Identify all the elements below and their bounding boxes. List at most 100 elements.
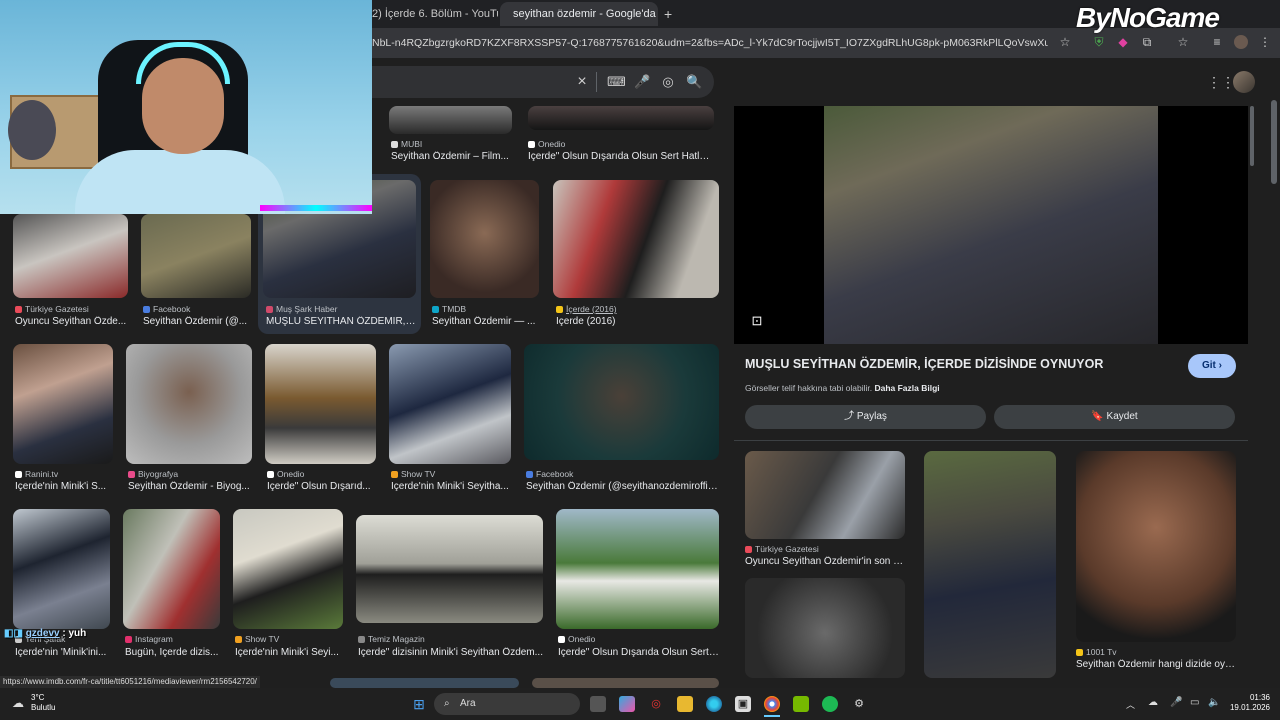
mic-icon[interactable]: 🎤 xyxy=(1170,697,1182,708)
edge-icon[interactable] xyxy=(706,696,722,712)
result-source[interactable]: Onedio xyxy=(267,469,377,479)
network-icon[interactable]: ▭ xyxy=(1190,697,1199,708)
result-source[interactable]: Ranini.tv xyxy=(15,469,115,479)
result-title[interactable]: Seyithan Özdemir hangi dizide oyn... xyxy=(1076,659,1236,670)
keyboard-icon[interactable]: ⌨ xyxy=(607,74,626,90)
result-title[interactable]: Bugün, İçerde dizis... xyxy=(125,647,222,658)
copilot-icon[interactable] xyxy=(619,696,635,712)
result-source[interactable]: Biyografya xyxy=(128,469,252,479)
task-view-icon[interactable] xyxy=(590,696,606,712)
tab-youtube[interactable]: 2) İçerde 6. Bölüm - YouTube ✕ xyxy=(364,2,498,26)
result-thumbnail[interactable] xyxy=(430,180,539,298)
result-title[interactable]: MUŞLU SEYİTHAN ÖZDEMİR, ... xyxy=(266,316,416,327)
gear-icon[interactable]: ⚙ xyxy=(851,696,867,712)
mic-icon[interactable]: 🎤 xyxy=(634,74,650,90)
result-thumbnail[interactable] xyxy=(126,344,252,464)
windows-start-icon[interactable]: ⊞ xyxy=(411,696,427,712)
result-source[interactable]: Türkiye Gazetesi xyxy=(745,544,905,554)
result-thumbnail[interactable] xyxy=(356,515,543,623)
result-title[interactable]: Seyithan Özdemir - Biyog... xyxy=(128,481,252,492)
result-source[interactable]: Facebook xyxy=(526,469,719,479)
result-title[interactable]: İçerde'nin 'Minik'ini... xyxy=(15,647,112,658)
result-thumbnail[interactable] xyxy=(524,344,719,460)
search-icon[interactable]: 🔍 xyxy=(686,74,702,90)
result-source[interactable]: 1001 Tv xyxy=(1076,647,1236,657)
result-title[interactable]: İçerde" Olsun Dışarıda Olsun Sert Hatlar… xyxy=(528,151,714,162)
menu-icon[interactable]: ⋮ xyxy=(1258,35,1272,49)
result-thumbnail[interactable] xyxy=(556,509,719,629)
result-thumbnail[interactable] xyxy=(123,509,220,629)
puzzle-icon[interactable]: ⧉ xyxy=(1140,35,1154,49)
result-title[interactable]: Seyithan Özdemir — ... xyxy=(432,316,540,327)
related-thumbnail[interactable] xyxy=(745,578,905,678)
share-button[interactable]: ⤴ Paylaş xyxy=(745,405,986,429)
preview-image[interactable] xyxy=(824,106,1158,344)
shield-icon[interactable]: ⛨ xyxy=(1092,35,1106,49)
clear-icon[interactable]: × xyxy=(574,74,590,90)
bookmark-icon[interactable]: ☆ xyxy=(1176,35,1190,49)
result-thumbnail[interactable] xyxy=(330,678,519,688)
result-title[interactable]: İçerde'nin Minik'i Seyitha... xyxy=(391,481,511,492)
result-source[interactable]: TMDB xyxy=(432,304,540,314)
spotify-icon[interactable] xyxy=(822,696,838,712)
result-thumbnail[interactable] xyxy=(13,509,110,629)
preview-title[interactable]: MUŞLU SEYİTHAN ÖZDEMİR, İÇERDE DİZİSİNDE… xyxy=(745,357,1175,371)
result-source[interactable]: Temiz Magazin xyxy=(358,634,543,644)
tray-icon[interactable]: ☁ xyxy=(1148,697,1158,708)
result-source[interactable]: Show TV xyxy=(391,469,511,479)
result-thumbnail[interactable] xyxy=(389,344,511,464)
app-icon[interactable]: ◎ xyxy=(648,696,664,712)
result-thumbnail[interactable] xyxy=(265,344,376,464)
result-source[interactable]: Muş Şark Haber xyxy=(266,304,416,314)
panel-scrollbar[interactable] xyxy=(1250,106,1254,166)
apps-grid-icon[interactable]: ⋮⋮⋮ xyxy=(1207,75,1249,89)
result-thumbnail[interactable] xyxy=(532,678,719,688)
result-title[interactable]: Seyithan Özdemir (@seyithanozdemiroffic.… xyxy=(526,481,719,492)
cloud-icon[interactable]: ☁ xyxy=(12,697,28,709)
chevron-up-icon[interactable]: ︿ xyxy=(1126,698,1135,711)
profile-icon[interactable] xyxy=(1234,35,1248,49)
result-title[interactable]: Oyuncu Seyithan Özde... xyxy=(15,316,128,327)
clock[interactable]: 01:36 19.01.2026 xyxy=(1226,693,1270,713)
store-icon[interactable]: ▣ xyxy=(735,696,751,712)
tab-google[interactable]: seyithan özdemir - Google'da A ✕ xyxy=(500,2,658,26)
file-explorer-icon[interactable] xyxy=(677,696,693,712)
url-field[interactable]: NbL-n4RQZbgzrgkoRD7KZXF8RXSSP57-Q:176877… xyxy=(372,32,1048,54)
more-info-link[interactable]: Daha Fazla Bilgi xyxy=(874,383,939,393)
new-tab-button[interactable]: + xyxy=(664,6,672,22)
volume-icon[interactable]: 🔈 xyxy=(1208,697,1220,708)
nvidia-icon[interactable] xyxy=(793,696,809,712)
result-source[interactable]: MUBI xyxy=(391,139,521,149)
result-thumbnail[interactable] xyxy=(13,214,128,298)
result-source[interactable]: Onedio xyxy=(558,634,719,644)
avatar[interactable] xyxy=(1233,71,1255,93)
result-title[interactable]: İçerde" dizisinin Minik'i Seyithan Özdem… xyxy=(358,647,543,658)
lens-icon[interactable]: ◎ xyxy=(660,74,676,90)
weather-widget[interactable]: 3°C Bulutlu xyxy=(31,693,55,713)
related-thumbnail[interactable] xyxy=(1076,451,1236,642)
result-thumbnail[interactable] xyxy=(553,180,719,298)
tab-search-icon[interactable]: ≡ xyxy=(1210,35,1224,49)
taskbar-search[interactable] xyxy=(434,693,580,715)
result-title[interactable]: Oyuncu Seyithan Özdemir'in son h... xyxy=(745,556,905,567)
result-source[interactable]: Türkiye Gazetesi xyxy=(15,304,128,314)
extension-icon[interactable]: ◆ xyxy=(1116,35,1130,49)
result-source[interactable]: İçerde (2016) xyxy=(556,304,716,314)
save-button[interactable]: 🔖 Kaydet xyxy=(994,405,1235,429)
result-title[interactable]: Seyithan Özdemir (@... xyxy=(143,316,253,327)
related-thumbnail[interactable] xyxy=(745,451,905,539)
result-thumbnail[interactable] xyxy=(13,344,113,464)
result-thumbnail[interactable] xyxy=(233,509,343,629)
result-source[interactable]: Onedio xyxy=(528,139,714,149)
chrome-icon[interactable] xyxy=(764,696,780,712)
related-thumbnail[interactable] xyxy=(924,451,1056,678)
result-thumbnail[interactable] xyxy=(389,106,512,134)
result-source[interactable]: Show TV xyxy=(235,634,343,644)
result-source[interactable]: Facebook xyxy=(143,304,253,314)
star-icon[interactable]: ☆ xyxy=(1058,35,1072,49)
result-title[interactable]: Seyithan Özdemir – Film... xyxy=(391,151,521,162)
result-thumbnail[interactable] xyxy=(528,106,714,130)
page-scrollbar[interactable] xyxy=(1271,100,1277,184)
result-thumbnail[interactable] xyxy=(141,214,251,298)
result-source[interactable]: Instagram xyxy=(125,634,222,644)
